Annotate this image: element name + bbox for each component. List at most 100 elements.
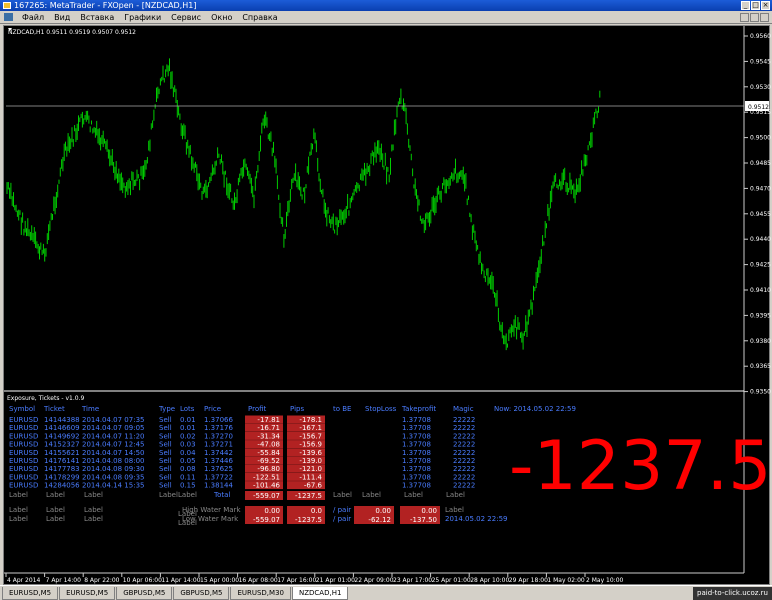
table-headers: Symbol Ticket Time Type Lots Price Profit Pips t… (9, 405, 474, 413)
tab-gbpusd-m5-2[interactable]: GBPUSD,M5 (173, 587, 230, 600)
candle-bars (6, 58, 601, 351)
price-tick-label: 0.9395 (750, 312, 771, 319)
time-tick-label: 23 Apr 17:00 (393, 577, 432, 584)
table-cell: Sell (159, 473, 172, 481)
table-cell: 0.04 (180, 449, 196, 457)
doc-close-button[interactable] (760, 12, 769, 22)
table-cell: 1.37708 (402, 457, 431, 465)
menu-file[interactable]: Файл (17, 13, 49, 22)
table-cell: 2014.04.07 11:20 (82, 432, 144, 440)
table-cell: -17.81 (257, 416, 280, 424)
table-cell: 1.37176 (204, 424, 233, 432)
table-cell: -101.46 (253, 482, 281, 490)
total-profit: -559.07 (253, 492, 280, 500)
chart-window[interactable]: NZDCAD,H1 0.9511 0.9519 0.9507 0.9512 0.… (3, 25, 771, 586)
table-cell: EURUSD (9, 482, 38, 490)
price-tick-label: 0.9560 (750, 33, 771, 40)
table-cell: 14176141 (44, 457, 80, 465)
table-cell: 1.37708 (402, 432, 431, 440)
table-cell: 14155621 (44, 449, 80, 457)
table-cell: -96.80 (257, 465, 280, 473)
table-cell: 14152327 (44, 441, 80, 449)
table-header: Symbol (9, 405, 35, 413)
table-cell: 1.37625 (204, 465, 233, 473)
table-cell: 1.37708 (402, 416, 431, 424)
price-tick-label: 0.9455 (750, 211, 771, 218)
table-cell: -121.0 (299, 465, 322, 473)
now-label: Now: 2014.05.02 22:59 (494, 405, 576, 413)
price-chart[interactable]: NZDCAD,H1 0.9511 0.9519 0.9507 0.9512 0.… (4, 26, 771, 586)
table-cell: -31.34 (257, 432, 280, 440)
table-cell: 22222 (453, 449, 475, 457)
table-cell: -16.71 (257, 424, 280, 432)
big-pips-number: -1237.5 (509, 427, 771, 506)
chart-tabs-bar: EURUSD,M5 EURUSD,M5 GBPUSD,M5 GBPUSD,M5 … (0, 585, 772, 600)
price-tick-label: 0.9365 (750, 363, 771, 370)
table-cell: -167.1 (299, 424, 322, 432)
doc-minimize-button[interactable] (740, 12, 749, 22)
table-cell: Sell (159, 432, 172, 440)
table-header: to BE (333, 405, 351, 413)
time-tick-label: 11 Apr 14:00 (161, 577, 200, 584)
table-cell: 14146609 (44, 424, 80, 432)
table-cell: 1.37442 (204, 449, 233, 457)
table-cell: 0.11 (180, 473, 196, 481)
table-cell: 1.37708 (402, 473, 431, 481)
menu-charts[interactable]: Графики (119, 13, 166, 22)
time-tick-label: 8 Apr 22:00 (84, 577, 119, 584)
minimize-button[interactable]: _ (741, 1, 750, 10)
pp-b: 0.00 (421, 507, 437, 515)
table-header: Takeprofit (401, 405, 436, 413)
table-header: Type (158, 405, 175, 413)
table-cell: 22222 (453, 424, 475, 432)
menu-window[interactable]: Окно (206, 13, 237, 22)
tab-eurusd-m30[interactable]: EURUSD,M30 (230, 587, 291, 600)
table-cell: 1.37708 (402, 441, 431, 449)
total-label: Total (213, 491, 230, 499)
label-placeholder: Label (159, 491, 178, 499)
time-tick-label: 17 Apr 16:00 (277, 577, 316, 584)
hwm-pips: 0.0 (311, 507, 322, 515)
maximize-button[interactable]: □ (751, 1, 760, 10)
tab-eurusd-m5-1[interactable]: EURUSD,M5 (2, 587, 59, 600)
table-cell: 0.01 (180, 416, 196, 424)
menu-view[interactable]: Вид (49, 13, 75, 22)
time-tick-label: 7 Apr 14:00 (46, 577, 81, 584)
doc-restore-button[interactable] (750, 12, 759, 22)
menu-help[interactable]: Справка (237, 13, 282, 22)
table-cell: Sell (159, 441, 172, 449)
document-icon[interactable] (4, 13, 13, 21)
table-cell: 1.37446 (204, 457, 233, 465)
table-cell: 0.02 (180, 432, 196, 440)
label-placeholder: Label (445, 506, 464, 514)
tab-nzdcad-h1[interactable]: NZDCAD,H1 (291, 587, 349, 600)
title-bar: 167265: MetaTrader - FXOpen - [NZDCAD,H1… (0, 0, 772, 11)
watermark: paid-to-click.ucoz.ru (693, 587, 772, 600)
close-button[interactable]: × (761, 1, 770, 10)
label-placeholder: Label (362, 491, 381, 499)
table-header: Pips (290, 405, 304, 413)
table-cell: -67.6 (304, 482, 323, 490)
menu-tools[interactable]: Сервис (166, 13, 206, 22)
price-tick-label: 0.9500 (750, 135, 771, 142)
price-tick-label: 0.9425 (750, 262, 771, 269)
time-tick-label: 15 Apr 00:00 (200, 577, 239, 584)
table-header: Time (81, 405, 99, 413)
table-cell: EURUSD (9, 416, 38, 424)
label-placeholder: Label (84, 506, 103, 514)
tab-eurusd-m5-2[interactable]: EURUSD,M5 (59, 587, 116, 600)
table-cell: 22222 (453, 416, 475, 424)
menu-insert[interactable]: Вставка (75, 13, 119, 22)
table-cell: Sell (159, 424, 172, 432)
table-cell: 2014.04.07 07:35 (82, 416, 144, 424)
table-cell: -47.08 (257, 441, 280, 449)
price-tick-label: 0.9410 (750, 287, 771, 294)
table-cell: 0.03 (180, 441, 196, 449)
table-cell: Sell (159, 449, 172, 457)
tab-gbpusd-m5-1[interactable]: GBPUSD,M5 (116, 587, 173, 600)
price-tick-label: 0.9350 (750, 389, 771, 396)
pp-d: -137.50 (410, 516, 437, 524)
table-cell: -122.51 (253, 473, 280, 481)
table-cell: 22222 (453, 465, 475, 473)
price-tick-label: 0.9380 (750, 338, 771, 345)
